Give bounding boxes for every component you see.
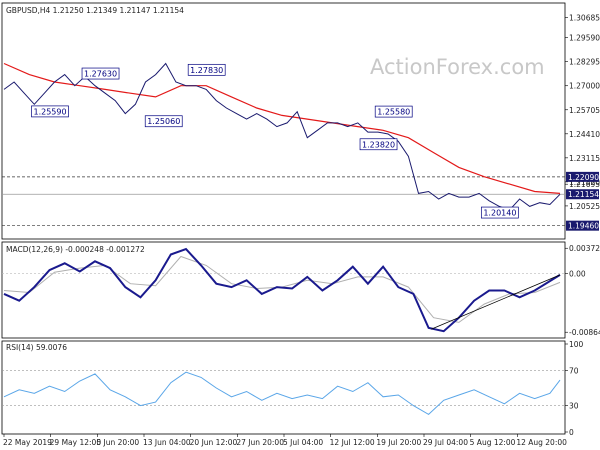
swing-label: 1.25590: [33, 107, 66, 116]
x-tick-label: 29 May 12:00: [50, 438, 102, 447]
y-tick-label: 1.30685: [569, 13, 600, 22]
price-title: GBPUSD,H4 1.21250 1.21349 1.21147 1.2115…: [6, 6, 184, 15]
level-tag-label: 1.19460: [568, 222, 599, 231]
x-tick-label: 5 Jul 04:00: [283, 438, 323, 447]
y-tick-label: 0: [569, 428, 574, 437]
x-tick-label: 20 Jun 12:00: [190, 438, 238, 447]
y-tick-label: 1.29590: [569, 34, 600, 43]
y-tick-label: 30: [569, 402, 579, 411]
x-tick-label: 12 Jul 12:00: [330, 438, 375, 447]
y-tick-label: 1.23115: [569, 154, 600, 163]
y-tick-label: 1.27000: [569, 82, 600, 91]
x-tick-label: 22 May 2019: [3, 438, 52, 447]
y-tick-label: 1.25705: [569, 106, 600, 115]
swing-label: 1.27630: [84, 70, 117, 79]
swing-label: 1.23820: [362, 140, 395, 149]
level-tag-label: 1.22090: [568, 173, 599, 182]
swing-label: 1.27830: [190, 66, 223, 75]
macd-panel: MACD(12,26,9) -0.000248 -0.001272 0.0037…: [1, 241, 600, 339]
y-tick-label: -0.008643: [569, 328, 600, 337]
swing-label: 1.25580: [377, 108, 410, 117]
swing-label: 1.25060: [147, 117, 180, 126]
x-tick-label: 12 Aug 20:00: [516, 438, 567, 447]
y-tick-label: 0.003722: [569, 244, 600, 253]
price-panel-frame: [1, 2, 566, 240]
y-tick-label: 0.00: [569, 270, 586, 279]
x-tick-label: 5 Jun 20:00: [96, 438, 139, 447]
watermark: ActionForex.com: [370, 55, 545, 79]
rsi-title: RSI(14) 59.0076: [6, 343, 67, 352]
y-tick-label: 1.20525: [569, 202, 600, 211]
price-panel: GBPUSD,H4 1.21250 1.21349 1.21147 1.2115…: [1, 2, 600, 240]
x-tick-label: 27 Jun 20:00: [236, 438, 284, 447]
rsi-panel: RSI(14) 59.0076 100 70 30 0: [1, 340, 584, 437]
x-tick-label: 13 Jun 04:00: [143, 438, 191, 447]
x-tick-label: 5 Aug 12:00: [470, 438, 516, 447]
y-tick-label: 100: [569, 340, 584, 349]
rsi-panel-frame: [1, 340, 566, 435]
y-tick-label: 1.24410: [569, 130, 600, 139]
y-tick-label: 70: [569, 366, 579, 375]
macd-panel-frame: [1, 241, 566, 339]
level-tag-label: 1.21154: [568, 190, 599, 199]
chart-canvas: GBPUSD,H4 1.21250 1.21349 1.21147 1.2115…: [1, 2, 600, 447]
y-tick-label: 1.28295: [569, 58, 600, 67]
x-tick-label: 19 Jul 20:00: [376, 438, 421, 447]
x-tick-label: 29 Jul 04:00: [423, 438, 468, 447]
swing-label: 1.20140: [483, 209, 516, 218]
x-axis: 22 May 201929 May 12:005 Jun 20:00 13 Jun…: [3, 434, 567, 447]
macd-title: MACD(12,26,9) -0.000248 -0.001272: [6, 245, 145, 254]
